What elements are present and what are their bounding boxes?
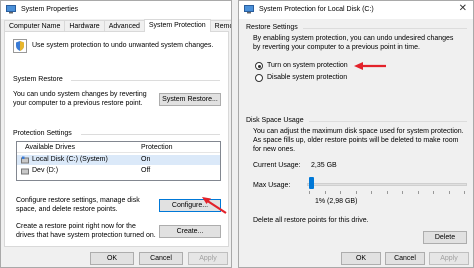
divider [309,121,467,122]
annotation-arrow-icon [202,197,227,214]
system-restore-heading: System Restore [13,76,63,83]
intro-text: Use system protection to undo unwanted s… [32,42,214,49]
divider [303,28,467,29]
drive-name: Dev (D:) [32,167,59,174]
turn-on-option[interactable]: Turn on system protection [255,61,355,71]
table-row[interactable]: Dev (D:) Off [17,166,220,176]
table-row[interactable]: Local Disk (C:) (System) On [17,155,220,165]
current-usage-label: Current Usage: [253,162,301,169]
max-usage-value: 1% (2,98 GB) [315,198,358,205]
restore-settings-heading: Restore Settings [246,24,298,31]
disk-space-description: You can adjust the maximum disk space us… [253,128,464,153]
radio-selected-dot [257,64,261,68]
max-usage-label: Max Usage: [253,182,291,189]
tab-system-protection[interactable]: System Protection [143,19,211,32]
disable-label: Disable system protection [267,74,348,81]
apply-button[interactable]: Apply [429,252,469,265]
current-usage-value: 2,35 GB [311,162,337,169]
ok-button[interactable]: OK [341,252,381,265]
max-usage-slider[interactable] [307,176,467,196]
radio-turn-on[interactable] [255,62,263,70]
drive-icon [21,168,29,175]
window-title: System Protection for Local Disk (C:) [259,6,374,13]
system-drive-icon [21,156,29,164]
cancel-button[interactable]: Cancel [385,252,425,265]
column-protection[interactable]: Protection [141,143,173,152]
restore-settings-description: By enabling system protection, you can u… [253,35,454,51]
drives-list: Available Drives Protection Local Disk (… [16,141,221,181]
title-bar: System Protection for Local Disk (C:) ✕ [239,1,473,19]
radio-disable[interactable] [255,74,263,82]
protection-settings-heading: Protection Settings [13,130,72,137]
slider-thumb[interactable] [309,177,314,189]
drives-list-header: Available Drives Protection [17,142,220,153]
drive-protection: Off [141,167,151,174]
slider-ticks [309,191,465,194]
create-button[interactable]: Create... [159,225,221,238]
divider [81,134,220,135]
create-text: Create a restore point right now for the… [16,223,156,239]
cancel-button[interactable]: Cancel [139,252,183,265]
delete-text: Delete all restore points for this drive… [253,217,369,224]
system-properties-window: System Properties Computer Name Hardware… [0,0,232,268]
configure-text: Configure restore settings, manage disk … [16,197,140,213]
disk-space-heading: Disk Space Usage [246,117,304,124]
slider-track [307,183,467,186]
delete-button[interactable]: Delete [423,231,467,244]
shield-icon [13,39,27,53]
system-restore-description: You can undo system changes by reverting… [13,91,147,107]
column-available-drives[interactable]: Available Drives [25,143,75,152]
apply-button[interactable]: Apply [188,252,228,265]
drive-protection: On [141,156,151,163]
system-protection-page: Use system protection to undo unwanted s… [4,31,229,247]
system-restore-button[interactable]: System Restore... [159,93,221,106]
close-icon[interactable]: ✕ [459,3,467,14]
drive-name: Local Disk (C:) (System) [32,156,108,163]
ok-button[interactable]: OK [90,252,134,265]
computer-icon [6,5,16,14]
divider [71,80,220,81]
window-title: System Properties [21,6,79,13]
disable-option[interactable]: Disable system protection [255,73,355,83]
system-protection-window: System Protection for Local Disk (C:) ✕ … [238,0,474,268]
turn-on-label: Turn on system protection [267,62,348,69]
annotation-arrow-icon [354,62,386,70]
computer-icon [244,5,254,14]
title-bar: System Properties [1,1,231,19]
